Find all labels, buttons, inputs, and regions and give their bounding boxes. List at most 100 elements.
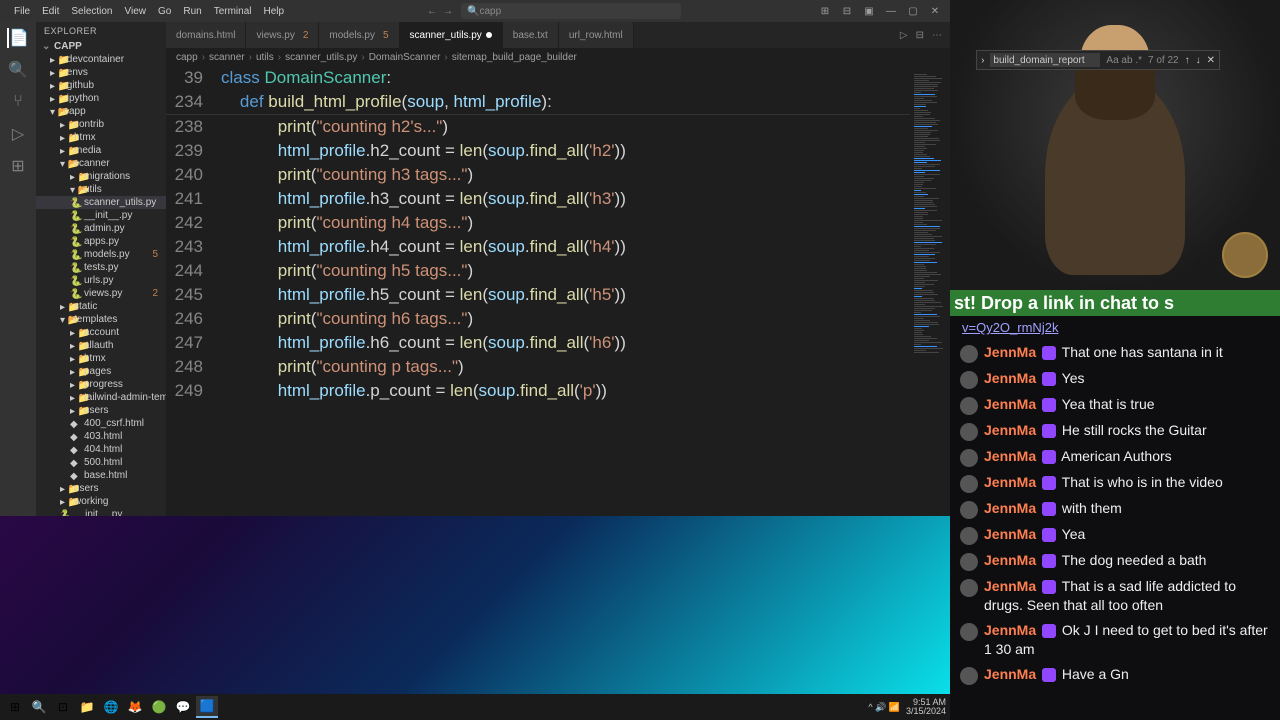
window-control-4[interactable]: ▢ — [906, 6, 920, 17]
tree-item[interactable]: ▾ 📂templates — [36, 313, 166, 326]
menu-file[interactable]: File — [8, 6, 36, 17]
editor-tab[interactable]: scanner_utils.py — [400, 22, 503, 48]
tree-item[interactable]: ▸ 📁allauth — [36, 339, 166, 352]
tree-item[interactable]: 🐍scanner_utils.py — [36, 196, 166, 209]
breadcrumb-item[interactable]: scanner_utils.py — [285, 52, 357, 63]
tree-item[interactable]: ▸ 📁contrib — [36, 118, 166, 131]
back-icon[interactable]: ← — [427, 6, 437, 17]
tree-item[interactable]: 🐍__init__.py — [36, 209, 166, 222]
tree-item[interactable]: ▸ 📁tailwind-admin-template — [36, 391, 166, 404]
tree-item[interactable]: ◆400_csrf.html — [36, 417, 166, 430]
taskbar-app[interactable]: 🟢 — [148, 696, 170, 718]
breadcrumb-item[interactable]: DomainScanner — [369, 52, 441, 63]
tree-item[interactable]: ▸ 📁migrations — [36, 170, 166, 183]
menu-edit[interactable]: Edit — [36, 6, 65, 17]
menu-terminal[interactable]: Terminal — [208, 6, 258, 17]
chat-username[interactable]: JennMa — [984, 578, 1036, 594]
scm-icon[interactable]: ⑂ — [8, 92, 28, 112]
code-editor[interactable]: 39class DomainScanner:234 def build_html… — [166, 66, 910, 590]
tree-item[interactable]: ▾ 📂utils — [36, 183, 166, 196]
extensions-icon[interactable]: ⊞ — [8, 156, 28, 176]
taskbar-app[interactable]: 🔍 — [28, 696, 50, 718]
minimap[interactable] — [910, 66, 950, 590]
tree-item[interactable]: ▸ 📁users — [36, 482, 166, 495]
tree-item[interactable]: ▸ 📁pages — [36, 365, 166, 378]
sticky-scroll[interactable]: 39class DomainScanner:234 def build_html… — [166, 66, 910, 115]
chat-username[interactable]: JennMa — [984, 448, 1036, 464]
chat-username[interactable]: JennMa — [984, 552, 1036, 568]
tree-item[interactable]: ▸ 📁.github — [36, 79, 166, 92]
find-input[interactable] — [990, 53, 1100, 67]
tree-item[interactable]: 🐍tests.py — [36, 261, 166, 274]
tree-item[interactable]: ◆500.html — [36, 456, 166, 469]
breadcrumb-item[interactable]: capp — [176, 52, 198, 63]
breadcrumb[interactable]: capp›scanner›utils›scanner_utils.py›Doma… — [166, 48, 950, 66]
project-root[interactable]: ⌄CAPP — [36, 40, 166, 53]
tree-item[interactable]: 🐍urls.py — [36, 274, 166, 287]
taskbar-app[interactable]: 📁 — [76, 696, 98, 718]
tree-item[interactable]: ▸ 📁.devcontainer — [36, 53, 166, 66]
breadcrumb-item[interactable]: utils — [256, 52, 274, 63]
menu-selection[interactable]: Selection — [65, 6, 118, 17]
tree-item[interactable]: ▸ 📁media — [36, 144, 166, 157]
chat-username[interactable]: JennMa — [984, 666, 1036, 682]
editor-tab[interactable]: domains.html — [166, 22, 246, 48]
tree-item[interactable]: ▸ 📁progress — [36, 378, 166, 391]
window-control-5[interactable]: ✕ — [928, 6, 942, 17]
stream-link[interactable]: v=Qy2O_rmNj2k — [950, 316, 1280, 339]
menu-go[interactable]: Go — [152, 6, 177, 17]
chat-username[interactable]: JennMa — [984, 370, 1036, 386]
tree-item[interactable]: ▸ 📁working — [36, 495, 166, 508]
explorer-icon[interactable]: 📄 — [7, 28, 27, 48]
tree-item[interactable]: 🐍views.py 2 — [36, 287, 166, 300]
chat-username[interactable]: JennMa — [984, 396, 1036, 412]
window-control-2[interactable]: ▣ — [862, 6, 876, 17]
chat-username[interactable]: JennMa — [984, 422, 1036, 438]
chat-username[interactable]: JennMa — [984, 500, 1036, 516]
more-icon[interactable]: ⋯ — [932, 30, 942, 41]
editor-tab[interactable]: base.txt — [503, 22, 559, 48]
debug-icon[interactable]: ▷ — [8, 124, 28, 144]
taskbar-app[interactable]: 🦊 — [124, 696, 146, 718]
run-icon[interactable]: ▷ — [900, 30, 908, 41]
taskbar-app[interactable]: 💬 — [172, 696, 194, 718]
chevron-right-icon[interactable]: › — [981, 55, 984, 66]
tree-item[interactable]: ▸ 📁htmx — [36, 131, 166, 144]
split-icon[interactable]: ⊟ — [916, 30, 924, 41]
editor-tab[interactable]: models.py5 — [319, 22, 399, 48]
editor-tab[interactable]: url_row.html — [559, 22, 634, 48]
tree-item[interactable]: ▸ 📁htmx — [36, 352, 166, 365]
breadcrumb-item[interactable]: scanner — [209, 52, 245, 63]
chat-panel[interactable]: JennMa That one has santana in itJennMa … — [950, 339, 1280, 720]
tree-item[interactable]: ▾ 📂scanner — [36, 157, 166, 170]
tree-item[interactable]: ◆403.html — [36, 430, 166, 443]
window-control-3[interactable]: — — [884, 6, 898, 17]
editor-tab[interactable]: views.py2 — [246, 22, 319, 48]
tree-item[interactable]: ▸ 📁users — [36, 404, 166, 417]
forward-icon[interactable]: → — [443, 6, 453, 17]
tree-item[interactable]: ▸ 📁static — [36, 300, 166, 313]
command-center[interactable]: 🔍 capp — [461, 3, 681, 19]
prev-match-icon[interactable]: ↑ — [1185, 55, 1190, 66]
find-widget[interactable]: › Aa ab .* 7 of 22 ↑ ↓ ✕ — [976, 50, 1220, 70]
clock-date[interactable]: 3/15/2024 — [906, 707, 946, 716]
tree-item[interactable]: 🐍admin.py — [36, 222, 166, 235]
taskbar-app[interactable]: ⊞ — [4, 696, 26, 718]
close-find-icon[interactable]: ✕ — [1207, 55, 1215, 66]
menu-run[interactable]: Run — [177, 6, 207, 17]
tree-item[interactable]: 🐍apps.py — [36, 235, 166, 248]
search-icon[interactable]: 🔍 — [8, 60, 28, 80]
tree-item[interactable]: ▸ 📁account — [36, 326, 166, 339]
tree-item[interactable]: ◆base.html — [36, 469, 166, 482]
chat-username[interactable]: JennMa — [984, 344, 1036, 360]
tree-item[interactable]: ▸ 📁.ipython — [36, 92, 166, 105]
window-control-1[interactable]: ⊟ — [840, 6, 854, 17]
next-match-icon[interactable]: ↓ — [1196, 55, 1201, 66]
tree-item[interactable]: ▸ 📁.envs — [36, 66, 166, 79]
tray-icons[interactable]: ^ 🔊 📶 — [868, 702, 900, 713]
nav-arrows[interactable]: ←→ — [427, 6, 453, 17]
tree-item[interactable]: 🐍models.py 5 — [36, 248, 166, 261]
chat-username[interactable]: JennMa — [984, 622, 1036, 638]
taskbar-app[interactable]: 🟦 — [196, 696, 218, 718]
taskbar-app[interactable]: ⊡ — [52, 696, 74, 718]
